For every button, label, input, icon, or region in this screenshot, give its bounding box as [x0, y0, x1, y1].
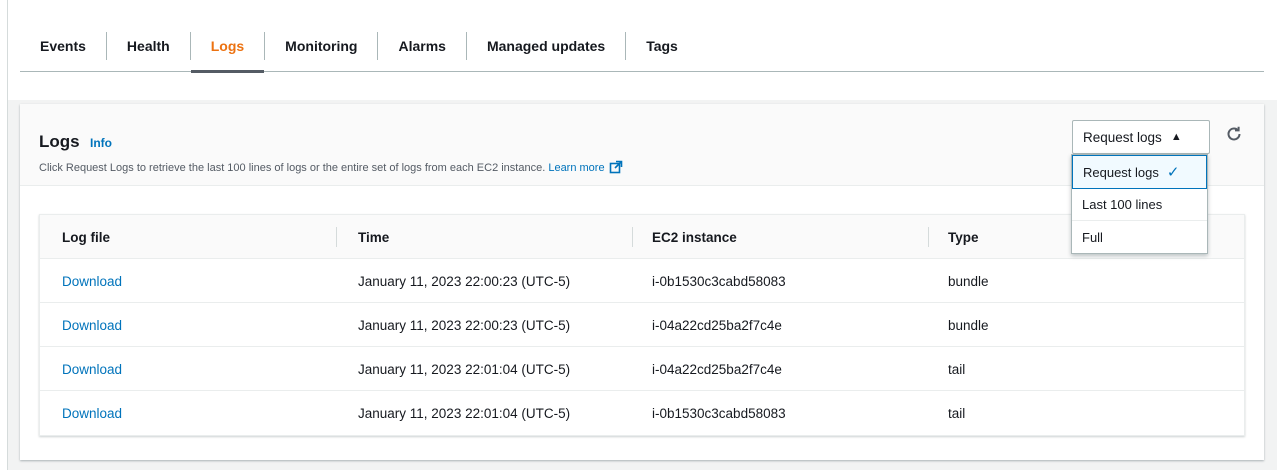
tab-managed-updates[interactable]: Managed updates: [467, 20, 625, 72]
download-link[interactable]: Download: [62, 259, 122, 303]
time-cell: January 11, 2023 22:01:04 (UTC-5): [358, 405, 571, 421]
type-cell: tail: [948, 405, 966, 421]
column-divider: [336, 227, 337, 247]
left-frame-edge: [0, 0, 8, 470]
checkmark-icon: ✓: [1166, 164, 1180, 181]
logs-table: Log file Time EC2 instance Type Download…: [39, 214, 1245, 436]
menu-item-request-logs[interactable]: Request logs ✓: [1072, 155, 1207, 189]
panel-title: Logs: [39, 132, 80, 151]
column-header-type: Type: [948, 229, 979, 245]
tab-label: Events: [40, 37, 86, 54]
table-row: Download January 11, 2023 22:01:04 (UTC-…: [40, 347, 1244, 391]
menu-item-last-100-lines[interactable]: Last 100 lines: [1072, 189, 1207, 221]
tab-monitoring[interactable]: Monitoring: [265, 20, 377, 72]
tab-label: Managed updates: [486, 37, 606, 54]
menu-item-label: Full: [1082, 229, 1103, 245]
time-cell: January 11, 2023 22:00:23 (UTC-5): [358, 273, 571, 289]
tab-label: Logs: [210, 37, 245, 54]
caret-up-icon: ▲: [1170, 131, 1182, 143]
request-logs-menu: Request logs ✓ Last 100 lines Full: [1071, 154, 1208, 254]
tab-label: Health: [126, 37, 170, 54]
tab-label: Alarms: [398, 37, 446, 54]
type-cell: tail: [948, 361, 966, 377]
tab-logs[interactable]: Logs: [190, 20, 265, 73]
tab-events[interactable]: Events: [20, 20, 106, 72]
tab-bar: Events Health Logs Monitoring Alarms Man…: [20, 20, 1264, 73]
refresh-icon: [1225, 125, 1243, 148]
instance-cell: i-04a22cd25ba2f7c4e: [652, 317, 782, 333]
instance-cell: i-0b1530c3cabd58083: [652, 273, 786, 289]
download-link[interactable]: Download: [62, 391, 122, 435]
time-cell: January 11, 2023 22:01:04 (UTC-5): [358, 361, 571, 377]
table-header: Log file Time EC2 instance Type: [40, 215, 1244, 259]
tab-alarms[interactable]: Alarms: [378, 20, 465, 72]
column-header-log-file: Log file: [62, 229, 110, 245]
request-logs-button[interactable]: Request logs ▲: [1072, 120, 1210, 154]
tab-label: Monitoring: [285, 37, 358, 54]
learn-more-link[interactable]: Learn more: [548, 160, 623, 177]
description-text: Click Request Logs to retrieve the last …: [39, 162, 546, 174]
info-link[interactable]: Info: [90, 136, 112, 150]
column-header-ec2-instance: EC2 instance: [652, 229, 737, 245]
menu-item-label: Last 100 lines: [1082, 197, 1163, 212]
table-row: Download January 11, 2023 22:00:23 (UTC-…: [40, 259, 1244, 303]
column-header-time: Time: [358, 229, 390, 245]
column-divider: [928, 227, 929, 247]
tab-health[interactable]: Health: [107, 20, 190, 72]
table-row: Download January 11, 2023 22:00:23 (UTC-…: [40, 303, 1244, 347]
time-cell: January 11, 2023 22:00:23 (UTC-5): [358, 317, 571, 333]
menu-item-full[interactable]: Full: [1072, 221, 1207, 253]
refresh-button[interactable]: [1222, 124, 1246, 148]
request-logs-label: Request logs: [1083, 129, 1162, 145]
download-link[interactable]: Download: [62, 347, 122, 391]
column-divider: [632, 227, 633, 247]
learn-more-label: Learn more: [548, 162, 605, 174]
logs-panel: Logs Info Click Request Logs to retrieve…: [20, 104, 1264, 460]
table-row: Download January 11, 2023 22:01:04 (UTC-…: [40, 391, 1244, 435]
type-cell: bundle: [948, 273, 989, 289]
panel-description: Click Request Logs to retrieve the last …: [39, 160, 623, 177]
menu-item-label: Request logs: [1083, 164, 1159, 180]
instance-cell: i-04a22cd25ba2f7c4e: [652, 361, 782, 377]
instance-cell: i-0b1530c3cabd58083: [652, 405, 786, 421]
external-link-icon: [609, 160, 623, 177]
tab-label: Tags: [646, 37, 678, 54]
download-link[interactable]: Download: [62, 303, 122, 347]
tab-tags[interactable]: Tags: [626, 20, 698, 72]
type-cell: bundle: [948, 317, 989, 333]
